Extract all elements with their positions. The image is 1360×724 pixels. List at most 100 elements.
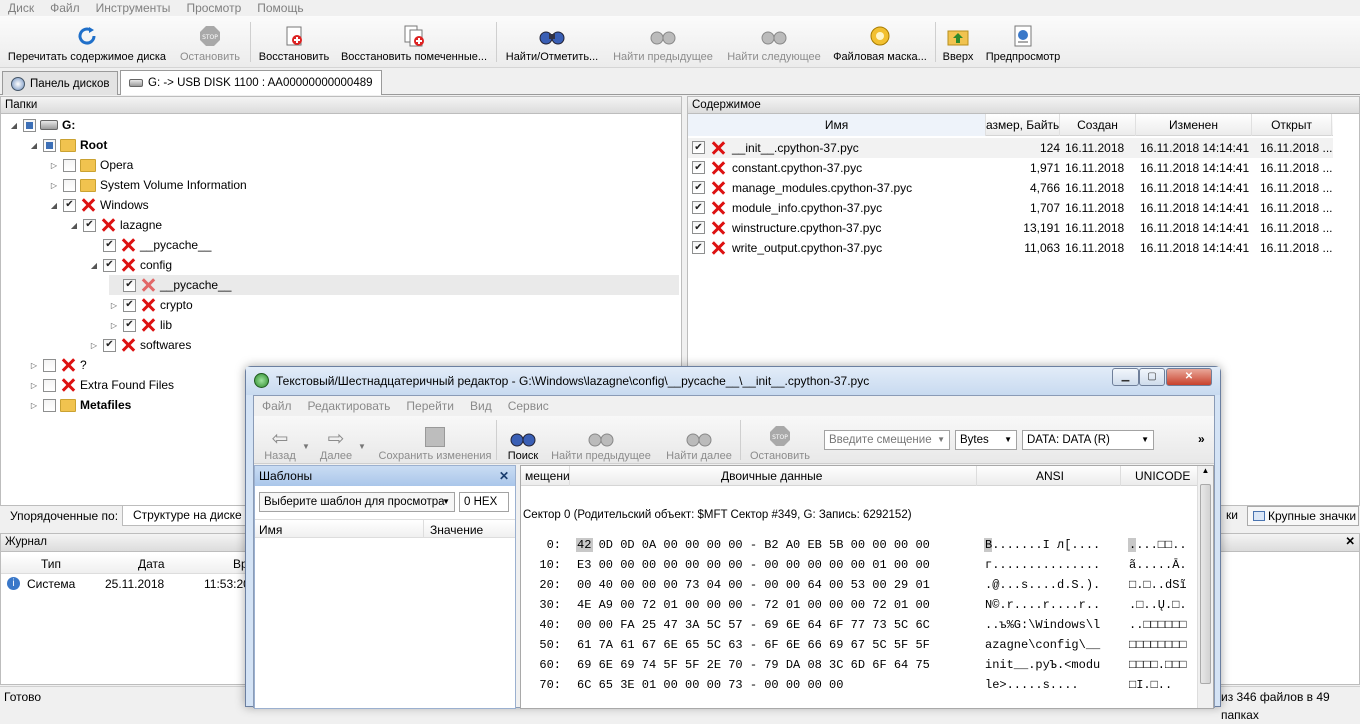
hex-ansi[interactable]: .@...s....d.S.). xyxy=(985,577,1100,593)
checkbox[interactable]: ✔ xyxy=(103,258,116,272)
menu-file[interactable]: Файл xyxy=(42,0,88,16)
tree-item-extra-found-files[interactable]: ▷ Extra Found Files xyxy=(29,375,174,395)
hex-ansi[interactable]: B.......І л[.... xyxy=(985,537,1100,553)
checkbox[interactable]: ✔ xyxy=(123,318,136,332)
hex-unicode[interactable]: ..□□□□□□ xyxy=(1129,617,1187,633)
col-offset[interactable]: мещени xyxy=(525,466,569,486)
find-previous-button[interactable]: Найти предыдущее xyxy=(610,18,716,66)
close-icon[interactable]: ✕ xyxy=(1345,534,1355,550)
up-button[interactable]: Вверх xyxy=(940,18,976,66)
search-button[interactable]: Поиск xyxy=(506,418,540,462)
menu-view[interactable]: Просмотр xyxy=(178,0,249,16)
file-row[interactable]: ✔ winstructure.cpython-37.pyc 13,191 16.11.… xyxy=(688,218,1333,238)
checkbox[interactable]: ✔ xyxy=(692,141,705,154)
file-row[interactable]: ✔ module_info.cpython-37.pyc 1,707 16.11.20… xyxy=(688,198,1333,218)
tree-item-pycache[interactable]: ✔ __pycache__ xyxy=(89,235,211,255)
menu-tools[interactable]: Инструменты xyxy=(88,0,179,16)
hex-ansi[interactable]: г............... xyxy=(985,557,1100,573)
hex-bytes[interactable]: E3 00 00 00 00 00 00 00 - 00 00 00 00 00… xyxy=(577,557,930,573)
col-size[interactable]: азмер, Байты xyxy=(986,114,1060,136)
hex-bytes[interactable]: 4E A9 00 72 01 00 00 00 - 72 01 00 00 00… xyxy=(577,597,930,613)
menu-edit[interactable]: Редактировать xyxy=(300,399,399,413)
checkbox[interactable] xyxy=(43,358,56,372)
template-offset-input[interactable]: 0 HEX xyxy=(459,492,509,512)
checkbox[interactable]: ✔ xyxy=(103,238,116,252)
offset-input[interactable]: Введите смещение ▼ xyxy=(824,430,950,450)
large-icons-button[interactable]: Крупные значки xyxy=(1247,506,1359,526)
hex-unicode[interactable]: □.□..dSĩ xyxy=(1129,577,1187,593)
tree-item-system-volume-information[interactable]: ▷ System Volume Information xyxy=(49,175,247,195)
col-created[interactable]: Создан xyxy=(1060,114,1136,136)
tree-item-g[interactable]: ◢ G: xyxy=(9,115,75,135)
find-next-button[interactable]: Найти следующее xyxy=(724,18,824,66)
close-button[interactable]: ✕ xyxy=(1166,368,1212,386)
tree-item-opera[interactable]: ▷ Opera xyxy=(49,155,133,175)
menu-disk[interactable]: Диск xyxy=(0,0,42,16)
hex-bytes[interactable]: 69 6E 69 74 5F 5F 2E 70 - 79 DA 08 3C 6D… xyxy=(577,657,930,673)
col-modified[interactable]: Изменен xyxy=(1136,114,1252,136)
hex-unicode[interactable]: □I.□.. xyxy=(1129,677,1172,693)
tree-item-metafiles[interactable]: ▷ Metafiles xyxy=(29,395,131,415)
tree-item-lib[interactable]: ▷ ✔ lib xyxy=(109,315,172,335)
toolbar-overflow-icon[interactable]: » xyxy=(1198,432,1205,446)
data-stream-select[interactable]: DATA: DATA (R) ▼ xyxy=(1022,430,1154,450)
menu-service[interactable]: Сервис xyxy=(500,399,557,413)
checkbox[interactable] xyxy=(43,378,56,392)
checkbox[interactable] xyxy=(63,178,76,192)
checkbox[interactable]: ✔ xyxy=(103,338,116,352)
back-button[interactable]: ⇦ Назад xyxy=(260,418,300,462)
tree-item-config[interactable]: ◢ ✔ config xyxy=(89,255,172,275)
find-mark-button[interactable]: Найти/Отметить... xyxy=(503,18,601,66)
tree-item-root[interactable]: ◢ Root xyxy=(29,135,107,155)
hex-bytes[interactable]: 42 0D 0D 0A 00 00 00 00 - B2 A0 EB 5B 00… xyxy=(577,537,930,553)
hex-unicode[interactable]: ã.....Ā. xyxy=(1129,557,1187,573)
tree-item-unknown[interactable]: ▷? xyxy=(29,355,87,375)
tree-item-lazagne[interactable]: ◢ ✔ lazagne xyxy=(69,215,162,235)
restore-button[interactable]: Восстановить xyxy=(256,18,332,66)
checkbox[interactable] xyxy=(63,158,76,172)
hex-bytes[interactable]: 61 7A 61 67 6E 65 5C 63 - 6F 6E 66 69 67… xyxy=(577,637,930,653)
hex-bytes[interactable]: 00 40 00 00 00 73 04 00 - 00 00 64 00 53… xyxy=(577,577,930,593)
checkbox[interactable]: ✔ xyxy=(692,161,705,174)
tree-item-crypto[interactable]: ▷ ✔ crypto xyxy=(109,295,193,315)
file-row[interactable]: ✔ write_output.cpython-37.pyc 11,063 16.11.… xyxy=(688,238,1333,258)
maximize-button[interactable]: ▢ xyxy=(1139,368,1165,386)
tree-item-config-pycache-selected[interactable]: ✔ __pycache__ xyxy=(109,275,679,295)
minimize-button[interactable]: ▁ xyxy=(1112,368,1139,386)
col-opened[interactable]: Открыт xyxy=(1252,114,1332,136)
file-mask-button[interactable]: Файловая маска... xyxy=(831,18,929,66)
menu-file[interactable]: Файл xyxy=(254,399,300,413)
checkbox[interactable] xyxy=(23,118,36,132)
restore-marked-button[interactable]: Восстановить помеченные... xyxy=(340,18,488,66)
find-next-button[interactable]: Найти далее xyxy=(664,418,734,462)
checkbox[interactable]: ✔ xyxy=(123,298,136,312)
preview-button[interactable]: Предпросмотр xyxy=(983,18,1063,66)
checkbox[interactable] xyxy=(43,398,56,412)
checkbox[interactable]: ✔ xyxy=(63,198,76,212)
col-type[interactable]: Тип xyxy=(41,557,61,571)
checkbox[interactable]: ✔ xyxy=(123,278,136,292)
rescan-button[interactable]: Перечитать содержимое диска xyxy=(6,18,168,66)
col-name[interactable]: Имя xyxy=(688,114,986,136)
col-value[interactable]: Значение xyxy=(430,523,483,537)
col-unicode[interactable]: UNICODE xyxy=(1135,466,1190,486)
stop-button[interactable]: STOP Остановить xyxy=(746,418,814,462)
hex-vertical-scrollbar[interactable]: ▲ xyxy=(1197,466,1213,708)
file-row[interactable]: ✔ __init__.cpython-37.pyc 124 16.11.2018 16.… xyxy=(688,138,1333,158)
checkbox[interactable] xyxy=(43,138,56,152)
tab-current-drive[interactable]: G: -> USB DISK 1100 : AA00000000000489 xyxy=(120,70,382,95)
hex-unicode[interactable]: ....□□.. xyxy=(1129,537,1187,553)
hex-unicode[interactable]: □□□□.□□□ xyxy=(1129,657,1187,673)
hex-unicode[interactable]: □□□□□□□□ xyxy=(1129,637,1187,653)
col-date[interactable]: Дата xyxy=(138,557,165,571)
checkbox[interactable]: ✔ xyxy=(692,201,705,214)
checkbox[interactable]: ✔ xyxy=(692,221,705,234)
hex-bytes[interactable]: 00 00 FA 25 47 3A 5C 57 - 69 6E 64 6F 77… xyxy=(577,617,930,633)
scroll-thumb[interactable] xyxy=(1200,484,1211,684)
tab-drives-panel[interactable]: Панель дисков xyxy=(2,71,119,95)
close-icon[interactable]: ✕ xyxy=(499,466,509,486)
checkbox[interactable]: ✔ xyxy=(83,218,96,232)
stop-button[interactable]: STOP Остановить xyxy=(174,18,246,66)
tree-item-windows[interactable]: ◢ ✔ Windows xyxy=(49,195,149,215)
hex-bytes[interactable]: 6C 65 3E 01 00 00 00 73 - 00 00 00 00 xyxy=(577,677,843,693)
